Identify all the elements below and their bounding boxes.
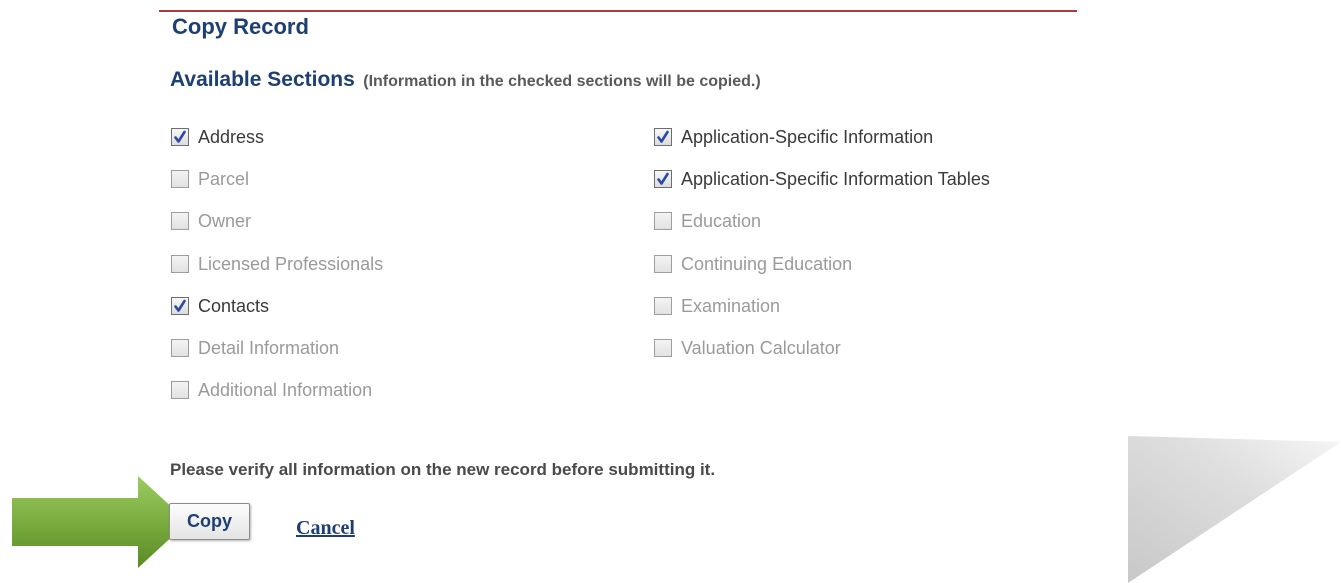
- section-label: Education: [681, 210, 762, 231]
- section-label: Application-Specific Information: [681, 126, 934, 147]
- section-checkbox[interactable]: [171, 381, 189, 399]
- section-option-licensed-professionals[interactable]: Licensed Professionals: [171, 252, 383, 276]
- section-checkbox[interactable]: [654, 297, 672, 315]
- section-checkbox[interactable]: [171, 255, 189, 273]
- section-label: Address: [198, 126, 265, 147]
- section-checkbox[interactable]: [171, 339, 189, 357]
- checkmark-icon: [174, 299, 186, 312]
- section-checkbox[interactable]: [654, 339, 672, 357]
- section-checkbox[interactable]: [654, 128, 672, 146]
- verify-note: Please verify all information on the new…: [170, 460, 716, 479]
- section-checkbox[interactable]: [171, 212, 189, 230]
- header-divider: [159, 10, 1077, 12]
- green-arrow-icon: [12, 476, 188, 568]
- section-label: Valuation Calculator: [681, 337, 841, 358]
- section-option-address[interactable]: Address: [171, 125, 264, 149]
- section-label: Parcel: [198, 168, 250, 189]
- section-label: Owner: [198, 210, 252, 231]
- section-option-additional-information[interactable]: Additional Information: [171, 378, 372, 402]
- section-label: Contacts: [198, 295, 270, 316]
- section-checkbox[interactable]: [654, 170, 672, 188]
- sections-heading-note: (Information in the checked sections wil…: [363, 73, 761, 90]
- section-option-application-specific-information[interactable]: Application-Specific Information: [654, 125, 933, 149]
- section-option-parcel[interactable]: Parcel: [171, 167, 249, 191]
- section-label: Detail Information: [198, 337, 340, 358]
- section-option-contacts[interactable]: Contacts: [171, 294, 269, 318]
- cancel-link[interactable]: Cancel: [296, 517, 355, 540]
- checkmark-icon: [657, 130, 669, 143]
- section-label: Application-Specific Information Tables: [681, 168, 990, 189]
- section-checkbox[interactable]: [654, 212, 672, 230]
- section-label: Additional Information: [198, 379, 373, 400]
- section-checkbox[interactable]: [171, 128, 189, 146]
- section-label: Licensed Professionals: [198, 253, 384, 274]
- page-title: Copy Record: [172, 14, 309, 39]
- section-option-examination[interactable]: Examination: [654, 294, 780, 318]
- sections-heading-title: Available Sections: [170, 68, 355, 91]
- sections-heading: Available Sections (Information in the c…: [170, 68, 761, 92]
- section-checkbox[interactable]: [654, 255, 672, 273]
- section-option-owner[interactable]: Owner: [171, 209, 251, 233]
- page-curl-shadow: [1128, 436, 1341, 583]
- copy-button[interactable]: Copy: [169, 503, 250, 540]
- section-checkbox[interactable]: [171, 297, 189, 315]
- section-label: Examination: [681, 295, 781, 316]
- section-option-application-specific-information-tables[interactable]: Application-Specific Information Tables: [654, 167, 990, 191]
- section-checkbox[interactable]: [171, 170, 189, 188]
- section-option-continuing-education[interactable]: Continuing Education: [654, 252, 852, 276]
- checkmark-icon: [657, 172, 669, 185]
- section-option-education[interactable]: Education: [654, 209, 761, 233]
- checkmark-icon: [174, 130, 186, 143]
- section-option-detail-information[interactable]: Detail Information: [171, 336, 339, 360]
- section-option-valuation-calculator[interactable]: Valuation Calculator: [654, 336, 841, 360]
- section-label: Continuing Education: [681, 253, 853, 274]
